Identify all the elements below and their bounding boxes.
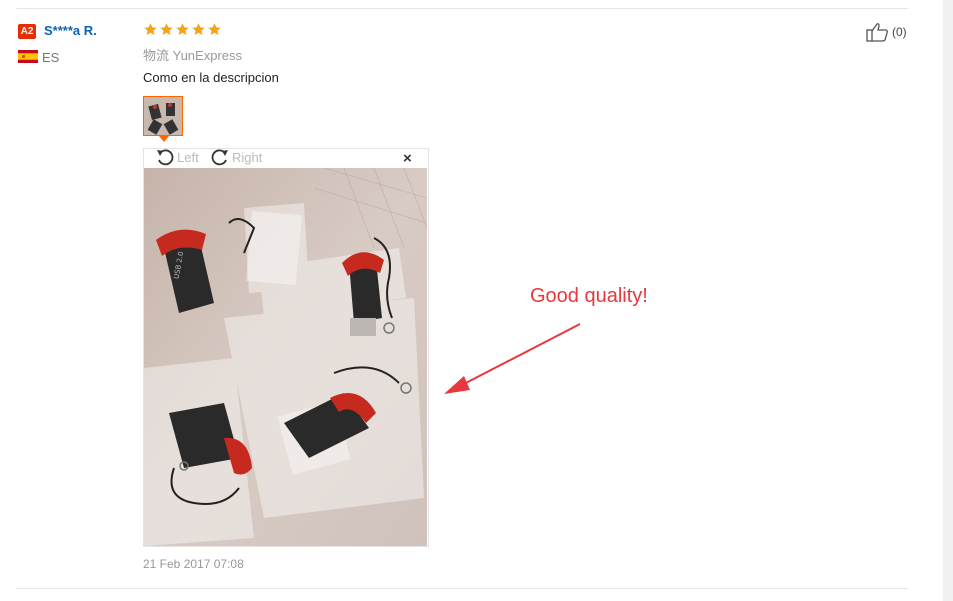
star-icon	[176, 23, 189, 36]
thumbnail-pointer	[159, 136, 169, 142]
review-timestamp: 21 Feb 2017 07:08	[143, 557, 244, 571]
star-icon	[144, 23, 157, 36]
page-scrollbar[interactable]	[943, 0, 953, 601]
review-photo: USB 2.0	[144, 168, 427, 546]
annotation-text: Good quality!	[530, 285, 648, 307]
review-text: Como en la descripcion	[143, 70, 279, 85]
rotate-right-icon	[211, 149, 228, 166]
like-count: (0)	[892, 25, 907, 39]
like-button[interactable]: (0)	[866, 22, 907, 42]
rotate-right-button[interactable]: Right	[210, 148, 262, 166]
buyer-level-badge: A2	[18, 24, 36, 39]
review-photo-thumbnail[interactable]	[143, 96, 183, 136]
shipping-method: 物流 YunExpress	[143, 48, 242, 63]
rotate-left-icon	[157, 149, 174, 166]
spain-flag-icon	[18, 50, 38, 63]
annotation-arrow	[438, 320, 588, 400]
rotate-left-button[interactable]: Left	[155, 148, 199, 166]
reviewer-name[interactable]: S****a R.	[44, 23, 97, 38]
close-viewer-button[interactable]: ×	[403, 150, 412, 167]
top-divider	[16, 8, 908, 9]
rotate-left-label: Left	[177, 149, 199, 165]
star-icon	[160, 23, 173, 36]
star-icon	[192, 23, 205, 36]
rating-stars	[143, 22, 222, 38]
star-icon	[208, 23, 221, 36]
reviewer-country: ES	[42, 50, 60, 65]
rotate-right-label: Right	[232, 149, 263, 165]
bottom-divider	[16, 588, 908, 589]
thumbs-up-icon	[866, 23, 888, 42]
